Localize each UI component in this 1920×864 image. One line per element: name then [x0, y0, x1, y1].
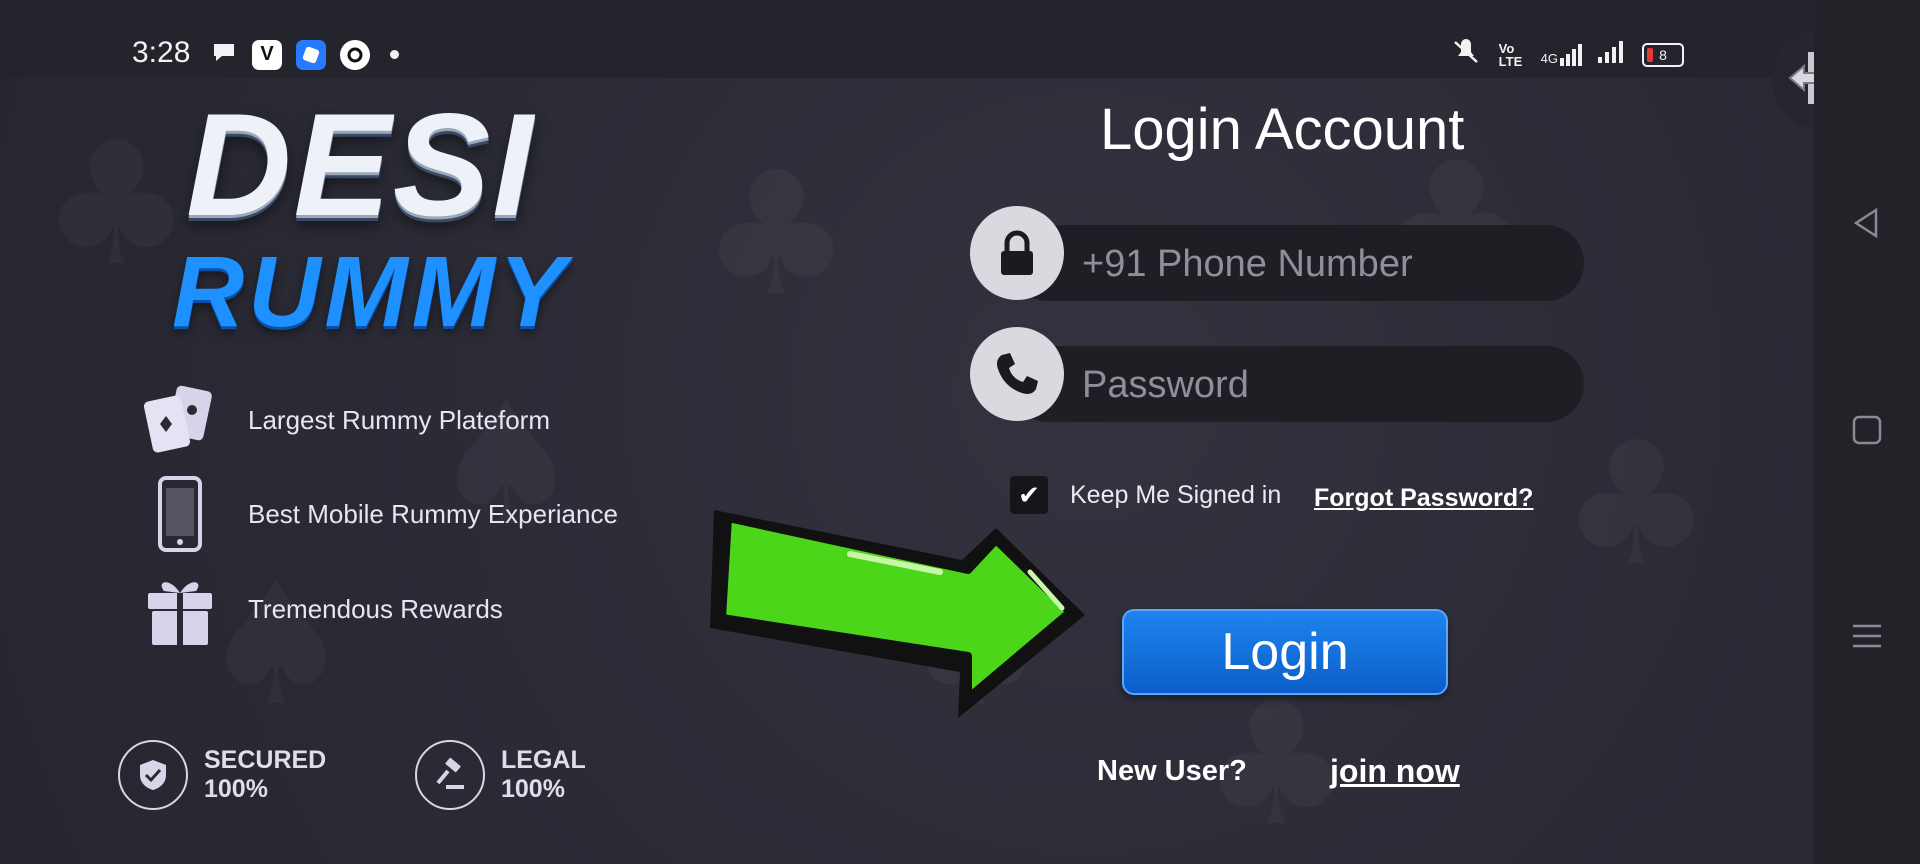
- keep-signed-in-label: Keep Me Signed in: [1070, 480, 1282, 509]
- feature-item: Tremendous Rewards: [142, 571, 503, 647]
- phone-handset-icon: [970, 327, 1064, 421]
- feature-item: Largest Rummy Plateform: [142, 382, 550, 458]
- 4g-signal-icon: 4G: [1540, 43, 1582, 66]
- phone-field: [970, 206, 1584, 303]
- v-app-icon: V: [252, 39, 282, 70]
- blue-app-icon: [296, 39, 326, 70]
- badge-title: LEGAL: [501, 746, 586, 775]
- gift-icon: [142, 571, 218, 647]
- logo-line-desi: DESI: [186, 83, 535, 246]
- back-triangle-icon: [1850, 206, 1884, 245]
- join-now-link[interactable]: join now: [1330, 753, 1460, 790]
- mobile-phone-icon: [142, 476, 218, 552]
- shield-check-icon: [118, 740, 188, 810]
- playing-cards-icon: [142, 382, 218, 458]
- volte-icon: Vo LTE: [1498, 40, 1523, 69]
- feature-label: Tremendous Rewards: [248, 593, 503, 624]
- badge-title: SECURED: [204, 746, 327, 775]
- password-input[interactable]: [1080, 346, 1564, 424]
- system-nav-bar: [1814, 0, 1920, 864]
- network-type-label: 4G: [1540, 50, 1558, 66]
- battery-icon: 8: [1642, 42, 1684, 67]
- legal-badge: LEGAL 100%: [415, 740, 586, 810]
- chat-bubble-icon: [210, 38, 238, 71]
- lock-icon: [970, 206, 1064, 300]
- gavel-icon: [415, 740, 485, 810]
- home-square-icon: [1851, 414, 1883, 451]
- link-app-icon: [340, 39, 370, 70]
- phone-input[interactable]: [1080, 225, 1564, 303]
- badge-value: 100%: [204, 775, 268, 803]
- login-button[interactable]: Login: [1122, 609, 1448, 695]
- nav-home-button[interactable]: [1814, 402, 1920, 462]
- secured-badge: SECURED 100%: [118, 740, 326, 810]
- forgot-password-link[interactable]: Forgot Password?: [1314, 484, 1533, 513]
- desi-rummy-logo: DESI RUMMY: [170, 92, 610, 352]
- menu-lines-icon: [1851, 620, 1883, 657]
- feature-item: Best Mobile Rummy Experiance: [142, 476, 618, 552]
- login-title: Login Account: [1100, 97, 1465, 162]
- password-field: [970, 327, 1584, 424]
- nav-menu-button[interactable]: [1814, 608, 1920, 668]
- mute-vibrate-icon: [1449, 38, 1483, 71]
- dot-icon: [390, 50, 399, 59]
- nav-back-button[interactable]: [1814, 195, 1920, 255]
- new-user-label: New User?: [1097, 755, 1247, 787]
- green-arrow-icon: [710, 510, 1085, 718]
- badge-value: 100%: [501, 775, 565, 803]
- signal-icon: [1598, 41, 1626, 68]
- status-bar: 3:28 V Vo LTE 4G 8: [0, 0, 1814, 78]
- feature-label: Largest Rummy Plateform: [248, 404, 550, 435]
- status-time: 3:28: [132, 36, 191, 69]
- logo-line-rummy: RUMMY: [172, 236, 570, 348]
- feature-label: Best Mobile Rummy Experiance: [248, 498, 618, 529]
